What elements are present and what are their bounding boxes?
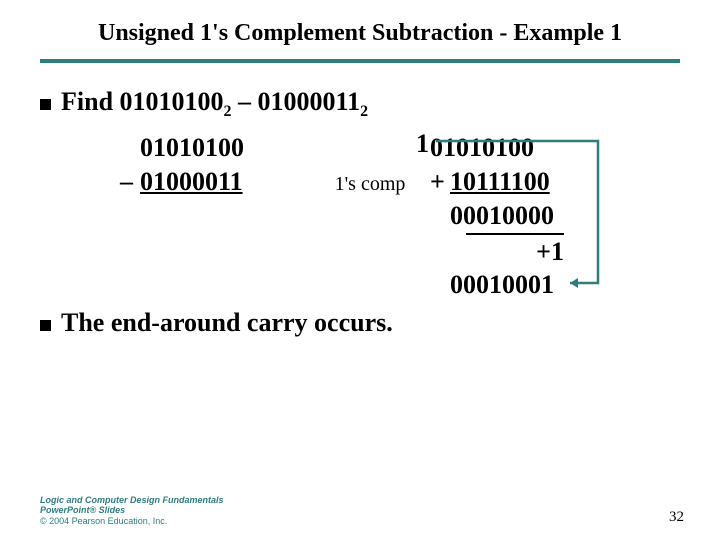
math-row-1: 01010100 01010100 <box>120 131 680 165</box>
footer-line-1: Logic and Computer Design Fundamentals <box>40 495 224 505</box>
bullet1-mid: – <box>232 87 258 116</box>
slide-title: Unsigned 1's Complement Subtraction - Ex… <box>40 20 680 47</box>
footer-credits: Logic and Computer Design Fundamentals P… <box>40 495 224 526</box>
bullet-item-1: Find 010101002 – 010000112 <box>40 87 680 121</box>
r1-left: 01010100 <box>140 131 310 165</box>
bullet1-prefix: Find <box>61 87 120 116</box>
carry-digit: 1 <box>416 127 429 161</box>
math-block: 1 01010100 01010100 –010000111's comp+10… <box>120 131 680 302</box>
r1-right: 01010100 <box>430 131 600 165</box>
result: 00010001 <box>450 268 620 302</box>
bullet1-b: 01000011 <box>258 87 361 116</box>
slide: Unsigned 1's Complement Subtraction - Ex… <box>0 0 720 540</box>
bullet-item-2: The end-around carry occurs. <box>40 308 680 338</box>
r3-right: 00010000 <box>450 199 620 233</box>
title-rule <box>40 59 680 63</box>
math-row-3: 00010000 <box>120 199 680 233</box>
complement-label: 1's comp <box>310 171 430 197</box>
math-row-2: –010000111's comp+10111100 <box>120 165 680 199</box>
page-number: 32 <box>669 509 684 526</box>
math-row-5: 00010001 <box>120 268 680 302</box>
bullet-square-icon <box>40 320 51 331</box>
bullet1-sub-b: 2 <box>360 103 368 120</box>
bullet1-sub-a: 2 <box>224 103 232 120</box>
bullet2-text: The end-around carry occurs. <box>61 308 393 338</box>
r2-right: 10111100 <box>450 165 550 199</box>
math-row-4: +1 <box>120 233 680 269</box>
plus-sign: + <box>430 165 450 199</box>
r2-left: 01000011 <box>140 165 310 199</box>
bullet1-a: 01010100 <box>120 87 224 116</box>
minus-sign: – <box>120 165 140 199</box>
bullet-square-icon <box>40 99 51 110</box>
footer-line-2: PowerPoint® Slides <box>40 505 224 515</box>
bullet1-text: Find 010101002 – 010000112 <box>61 87 368 121</box>
footer-line-3: © 2004 Pearson Education, Inc. <box>40 516 224 526</box>
plus-one: +1 <box>466 233 564 269</box>
